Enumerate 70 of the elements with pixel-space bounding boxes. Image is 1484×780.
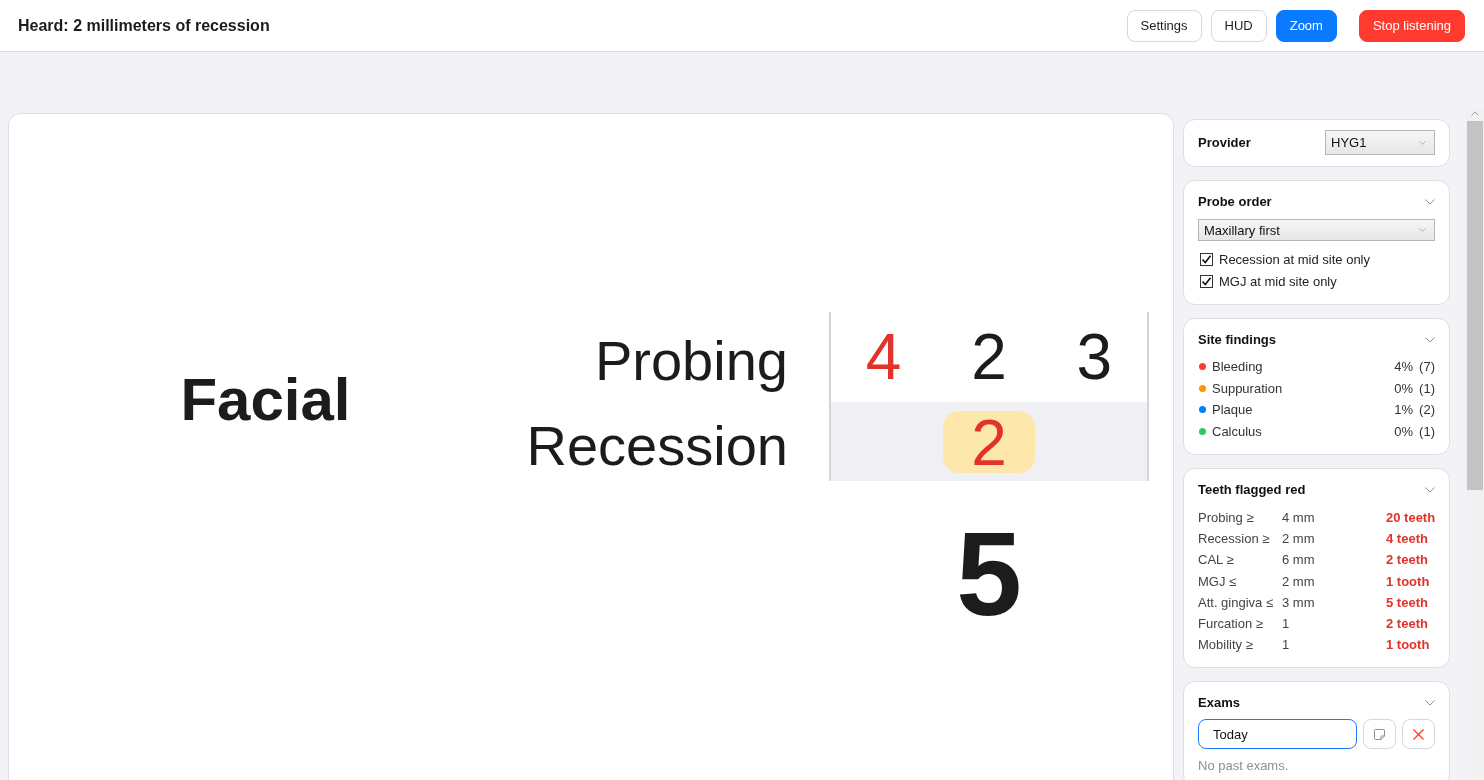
finding-count: (2) bbox=[1419, 402, 1435, 418]
flag-result: 2 teeth bbox=[1386, 552, 1429, 568]
chevron-down-icon[interactable] bbox=[1419, 140, 1426, 145]
card-title: Site findings bbox=[1198, 332, 1276, 348]
flag-label: Furcation ≥ bbox=[1198, 616, 1264, 632]
finding-label: Bleeding bbox=[1212, 359, 1264, 375]
flag-result: 4 teeth bbox=[1386, 531, 1429, 547]
chevron-down-icon[interactable] bbox=[1425, 487, 1435, 493]
empty-message: No past exams. bbox=[1198, 758, 1290, 775]
card-title: Provider bbox=[1198, 134, 1251, 151]
checkbox[interactable] bbox=[1200, 252, 1213, 266]
finding-percent: 1% bbox=[1394, 402, 1413, 418]
flag-threshold: 2 mm bbox=[1282, 531, 1316, 547]
note-icon bbox=[1373, 727, 1386, 741]
flag-label: CAL ≥ bbox=[1198, 552, 1235, 568]
finding-percent: 4% bbox=[1394, 359, 1413, 375]
flag-label: Probing ≥ bbox=[1198, 510, 1255, 526]
flag-label: Att. gingiva ≤ bbox=[1198, 594, 1275, 610]
probe-order-select[interactable]: Maxillary first bbox=[1198, 219, 1435, 241]
reading-value: 2 bbox=[971, 325, 1007, 389]
close-icon bbox=[1412, 727, 1425, 741]
reading-value: 3 bbox=[1076, 325, 1113, 389]
flag-threshold: 4 mm bbox=[1282, 510, 1316, 526]
flag-threshold: 1 bbox=[1282, 616, 1291, 632]
chevron-down-icon[interactable] bbox=[1419, 228, 1426, 232]
flag-result: 1 tooth bbox=[1386, 637, 1431, 653]
toolbar-button[interactable]: Stop listening bbox=[1358, 9, 1465, 42]
row-label: Recession bbox=[526, 417, 789, 474]
flag-threshold: 6 mm bbox=[1282, 552, 1316, 568]
finding-label: Suppuration bbox=[1212, 380, 1284, 396]
card-title: Probe order bbox=[1198, 194, 1272, 210]
checkbox[interactable] bbox=[1200, 274, 1213, 288]
reading-value: 2 bbox=[943, 410, 1035, 473]
flag-result: 20 teeth bbox=[1386, 510, 1436, 526]
toolbar-button[interactable]: HUD bbox=[1210, 9, 1267, 42]
flag-label: Mobility ≥ bbox=[1198, 637, 1254, 653]
finding-count: (1) bbox=[1419, 380, 1435, 396]
flag-result: 5 teeth bbox=[1386, 594, 1429, 610]
card-title: Teeth flagged red bbox=[1198, 482, 1306, 498]
finding-count: (1) bbox=[1419, 423, 1435, 439]
exam-input[interactable]: Today bbox=[1198, 719, 1357, 750]
finding-percent: 0% bbox=[1394, 380, 1413, 396]
checkbox-label: MGJ at mid site only bbox=[1219, 273, 1337, 289]
flag-result: 1 tooth bbox=[1386, 573, 1431, 589]
heard-transcript: Heard: 2 millimeters of recession bbox=[18, 16, 271, 35]
finding-label: Plaque bbox=[1212, 402, 1254, 418]
finding-count: (7) bbox=[1419, 359, 1435, 375]
finding-label: Calculus bbox=[1212, 423, 1263, 439]
toolbar-button[interactable]: Zoom bbox=[1275, 9, 1337, 42]
card-title: Exams bbox=[1198, 695, 1240, 712]
toolbar-button[interactable]: Settings bbox=[1126, 9, 1202, 42]
reading-value: 4 bbox=[865, 325, 902, 389]
surface-label: Facial bbox=[180, 369, 351, 430]
tooth-number: 5 bbox=[956, 515, 1022, 633]
checkbox-label: Recession at mid site only bbox=[1219, 251, 1370, 267]
scrollbar-thumb[interactable] bbox=[1467, 121, 1483, 490]
delete-button[interactable] bbox=[1402, 719, 1435, 750]
chevron-down-icon[interactable] bbox=[1425, 700, 1435, 707]
provider-select[interactable]: HYG1 bbox=[1325, 130, 1435, 155]
flag-threshold: 1 bbox=[1282, 637, 1291, 653]
flag-label: Recession ≥ bbox=[1198, 531, 1271, 547]
flag-result: 2 teeth bbox=[1386, 616, 1429, 632]
scrollbar[interactable] bbox=[1466, 107, 1484, 780]
flag-threshold: 2 mm bbox=[1282, 573, 1316, 589]
flag-threshold: 3 mm bbox=[1282, 594, 1316, 610]
finding-percent: 0% bbox=[1394, 423, 1413, 439]
chevron-down-icon[interactable] bbox=[1425, 337, 1435, 343]
note-button[interactable] bbox=[1363, 719, 1396, 750]
flag-label: MGJ ≤ bbox=[1198, 573, 1238, 589]
chevron-down-icon[interactable] bbox=[1425, 199, 1435, 205]
